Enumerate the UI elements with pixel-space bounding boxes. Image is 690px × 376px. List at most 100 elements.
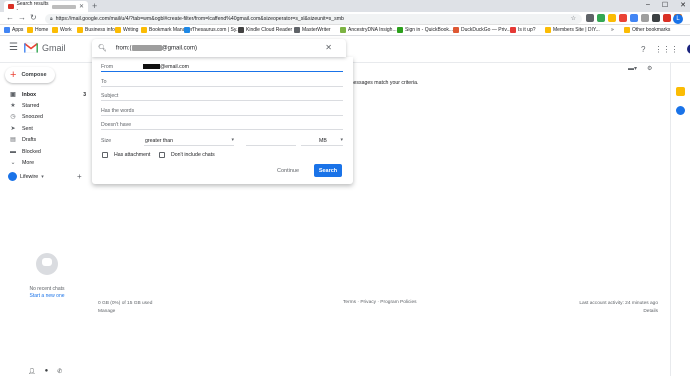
bookmark-item[interactable]: MasterWriter (294, 27, 331, 33)
footer-links[interactable]: Terms · Privacy · Program Policies (343, 300, 417, 305)
storage-info: 0 GB (0%) of 15 GB used Manage (98, 300, 152, 316)
sidebar-item-inbox[interactable]: ▣ Inbox 3 (10, 90, 86, 99)
folder-icon: ▬ (10, 148, 16, 155)
bookmark-icon (340, 27, 346, 33)
has-words-field[interactable]: Has the words (101, 107, 343, 116)
bookmark-icon (294, 27, 300, 33)
close-icon[interactable]: ✕ (325, 43, 332, 52)
search-bar[interactable]: 🔍︎ from:(@gmail.com) ✕ (92, 39, 346, 57)
main-menu-icon[interactable]: ☰ (9, 43, 18, 53)
clock-icon: ◷ (10, 114, 16, 120)
bookmark-item[interactable]: Kindle Cloud Reader (238, 27, 292, 33)
reload-icon[interactable]: ↻ (30, 13, 37, 23)
extension-icon[interactable] (641, 14, 649, 22)
contacts-icon[interactable]: 👤︎ (28, 368, 36, 375)
bookmark-item[interactable]: Business info (77, 27, 115, 33)
settings-gear-icon[interactable]: ⚙ (647, 65, 652, 72)
browser-tab[interactable]: Search results - ✕ (4, 1, 88, 13)
sidebar-item-blocked[interactable]: ▬ Blocked (10, 147, 86, 156)
search-query[interactable]: from:(@gmail.com) (116, 44, 197, 51)
add-chat-icon[interactable]: + (77, 172, 82, 181)
extension-icon[interactable] (663, 14, 671, 22)
extension-icon[interactable] (586, 14, 594, 22)
bookmark-icon (397, 27, 403, 33)
bookmark-star-icon[interactable]: ☆ (571, 15, 576, 22)
bookmark-label: Apps (12, 27, 24, 33)
bookmark-item[interactable]: AncestryDNA Insigh... (340, 27, 397, 33)
subject-label: Subject (101, 93, 119, 99)
bookmark-icon (27, 27, 33, 33)
bookmark-icon (4, 27, 10, 33)
bookmark-item[interactable]: Sign in - QuickBook... (397, 27, 453, 33)
doesnt-have-field[interactable]: Doesn't have (101, 121, 343, 130)
extension-icon[interactable] (630, 14, 638, 22)
bookmark-item[interactable]: Members Site | DIY... (545, 27, 600, 33)
search-icon[interactable]: 🔍︎ (98, 44, 107, 52)
phone-icon[interactable]: ✆ (57, 368, 62, 375)
advanced-search-panel: From @email.com To Subject Has the words… (92, 57, 353, 184)
hangouts-user[interactable]: Lifewire ▾ (8, 172, 44, 181)
bookmark-item[interactable]: Apps (4, 27, 23, 33)
gmail-logo[interactable]: Gmail (24, 42, 66, 53)
maximize-button[interactable]: ☐ (662, 1, 668, 9)
extension-icon[interactable] (608, 14, 616, 22)
keep-icon[interactable] (676, 87, 685, 96)
input-tools-icon[interactable]: ▬▾ (628, 65, 637, 72)
address-bar[interactable]: 🔒︎ https://mail.google.com/mail/u/4/?tab… (45, 13, 582, 24)
bookmark-item[interactable]: Writing (115, 27, 138, 33)
tasks-icon[interactable] (676, 106, 685, 115)
bookmark-icon (545, 27, 551, 33)
bookmark-item[interactable]: Other bookmarks (624, 27, 670, 33)
sidebar-item-more[interactable]: ⌄ More (10, 158, 86, 167)
extension-icon[interactable] (597, 14, 605, 22)
location-icon[interactable]: ● (45, 368, 49, 375)
sidebar-item-snoozed[interactable]: ◷ Snoozed (10, 112, 86, 121)
from-value[interactable]: @email.com (143, 64, 189, 70)
back-arrow-icon[interactable]: ← (6, 13, 14, 23)
from-field[interactable]: From @email.com (101, 63, 343, 72)
dont-include-chats-checkbox[interactable]: Don't include chats (159, 152, 215, 158)
size-row: Size greater than ▾ MB ▾ (101, 137, 343, 146)
details-link[interactable]: Details (567, 308, 658, 316)
forward-arrow-icon[interactable]: → (18, 13, 26, 23)
extension-icons (586, 14, 682, 22)
search-button[interactable]: Search (314, 164, 342, 177)
sidebar-item-sent[interactable]: ➤ Sent (10, 124, 86, 133)
extension-icon[interactable] (652, 14, 660, 22)
bookmark-item[interactable]: Thesaurus.com | Sy... (184, 27, 240, 33)
continue-button[interactable]: Continue (277, 164, 299, 177)
help-icon[interactable]: ? (641, 45, 645, 54)
subject-field[interactable]: Subject (101, 92, 343, 101)
close-window-button[interactable]: ✕ (680, 1, 686, 9)
new-tab-button[interactable]: + (92, 1, 97, 11)
apps-grid-icon[interactable]: ⋮⋮⋮ (654, 45, 678, 54)
header-actions: ? ⋮⋮⋮ L (641, 44, 690, 54)
bookmark-item[interactable]: » (611, 27, 614, 33)
bookmark-item[interactable]: Work (52, 27, 72, 33)
manage-storage-link[interactable]: Manage (98, 308, 152, 316)
size-unit-select[interactable]: MB ▾ (301, 137, 343, 146)
to-field[interactable]: To (101, 78, 343, 87)
minimize-button[interactable]: – (646, 1, 650, 9)
tab-close-icon[interactable]: ✕ (79, 3, 84, 10)
bookmark-item[interactable]: DuckDuckGo — Priv... (453, 27, 511, 33)
redacted-text (143, 64, 160, 70)
chrome-profile-avatar[interactable]: L (673, 13, 683, 24)
sidebar-item-starred[interactable]: ★ Starred (10, 101, 86, 110)
size-operator-select[interactable]: greater than ▾ (144, 137, 234, 146)
size-number-input[interactable] (246, 137, 296, 146)
sidebar-item-drafts[interactable]: ▤ Drafts (10, 135, 86, 144)
bookmark-item[interactable]: Is it up? (510, 27, 536, 33)
no-results-message: ng messages match your criteria. (342, 80, 419, 86)
bookmark-label: DuckDuckGo — Priv... (461, 27, 511, 33)
bookmark-label: MasterWriter (302, 27, 331, 33)
bookmark-item[interactable]: Home (27, 27, 48, 33)
compose-button[interactable]: + Compose (5, 67, 55, 83)
side-panel (670, 62, 690, 376)
has-attachment-label: Has attachment (114, 152, 151, 158)
extension-icon[interactable] (619, 14, 627, 22)
checkbox-box[interactable] (159, 152, 165, 158)
has-attachment-checkbox[interactable]: Has attachment (102, 152, 150, 158)
checkbox-box[interactable] (102, 152, 108, 158)
start-new-chat-link[interactable]: Start a new one (20, 293, 74, 299)
